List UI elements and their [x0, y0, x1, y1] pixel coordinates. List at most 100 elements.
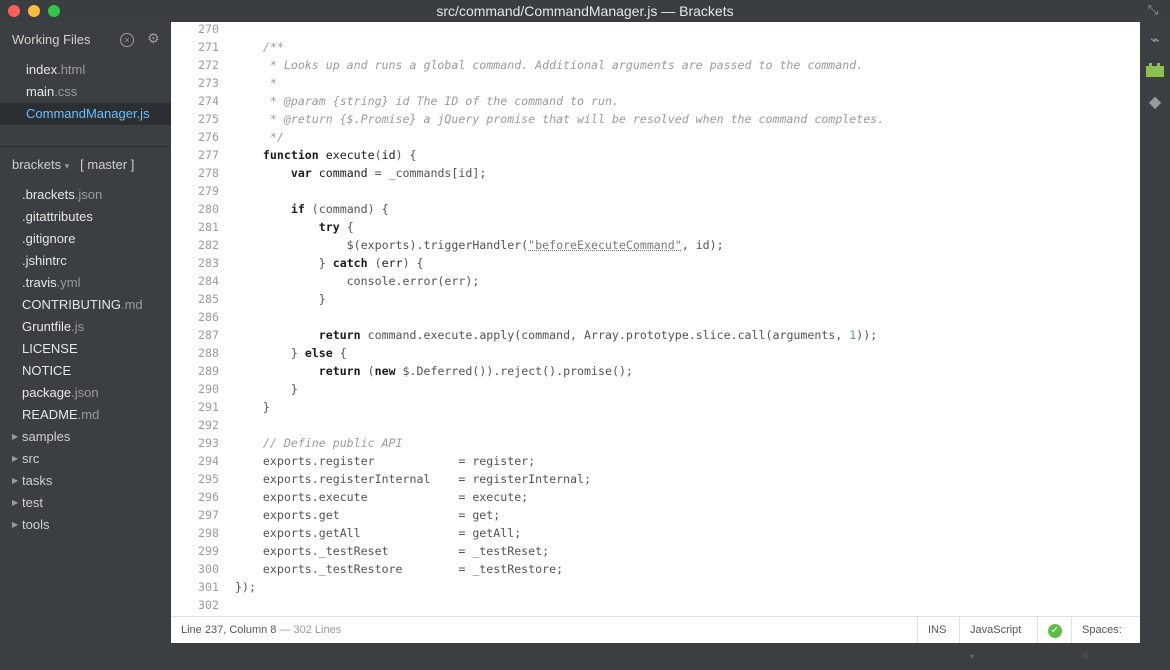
close-icon[interactable]: × [120, 33, 134, 47]
code-line[interactable]: 298 exports.getAll = getAll; [171, 524, 1140, 542]
line-number: 296 [198, 490, 219, 504]
lint-status[interactable]: ✓ [1037, 617, 1071, 643]
code-line[interactable]: 299 exports._testReset = _testReset; [171, 542, 1140, 560]
code-line[interactable]: 287 return command.execute.apply(command… [171, 326, 1140, 344]
code-line[interactable]: 289 return (new $.Deferred()).reject().p… [171, 362, 1140, 380]
line-number: 282 [198, 238, 219, 252]
right-toolbar: ⌁ ◆ [1140, 22, 1170, 642]
code-line[interactable]: 300 exports._testRestore = _testRestore; [171, 560, 1140, 578]
working-file-item[interactable]: index.html [0, 59, 171, 81]
file-tree-item[interactable]: Gruntfile.js [0, 316, 171, 338]
folder-item[interactable]: ▶ tools [0, 514, 171, 536]
code-line[interactable]: 277 function execute(id) { [171, 146, 1140, 164]
file-tree-item[interactable]: .travis.yml [0, 272, 171, 294]
code-text: var command = _commands[id]; [235, 164, 486, 182]
code-line[interactable]: 281 try { [171, 218, 1140, 236]
code-line[interactable]: 271 /** [171, 38, 1140, 56]
expand-icon[interactable]: ⤡ [1146, 3, 1160, 17]
folder-name: samples [22, 429, 71, 444]
cursor-position[interactable]: Line 237, Column 8 — 302 Lines [181, 624, 341, 636]
code-line[interactable]: 294 exports.register = register; [171, 452, 1140, 470]
branch-selector[interactable]: [ master ] [80, 157, 134, 172]
code-text: $(exports).triggerHandler("beforeExecute… [235, 236, 724, 254]
code-line[interactable]: 292 [171, 416, 1140, 434]
code-line[interactable]: 295 exports.registerInternal = registerI… [171, 470, 1140, 488]
folder-name: tasks [22, 473, 53, 488]
file-tree-item[interactable]: NOTICE [0, 360, 171, 382]
file-tree-item[interactable]: CONTRIBUTING.md [0, 294, 171, 316]
file-tree-item[interactable]: README.md [0, 404, 171, 426]
file-name: .brackets [22, 187, 75, 202]
language-selector[interactable]: JavaScript ▾ [959, 617, 1037, 661]
file-tree-item[interactable]: package.json [0, 382, 171, 404]
file-tree-item[interactable]: .brackets.json [0, 184, 171, 206]
code-line[interactable]: 275 * @return {$.Promise} a jQuery promi… [171, 110, 1140, 128]
folder-item[interactable]: ▶ test [0, 492, 171, 514]
git-icon[interactable]: ◆ [1146, 94, 1164, 112]
code-token: // Define public API [235, 436, 403, 450]
file-tree-item[interactable]: .gitignore [0, 228, 171, 250]
code-line[interactable]: 270 [171, 22, 1140, 38]
code-token: ( [360, 364, 375, 378]
chevron-down-icon: ▾ [970, 652, 975, 661]
chevron-right-icon[interactable]: ▶ [12, 470, 18, 492]
chevron-right-icon[interactable]: ▶ [12, 448, 18, 470]
file-name: Gruntfile [22, 319, 72, 334]
gear-icon[interactable]: ⚙ [147, 30, 160, 47]
code-token: function [262, 148, 319, 162]
file-name: package [22, 385, 72, 400]
code-line[interactable]: 273 * [171, 74, 1140, 92]
file-name: .gitignore [22, 231, 76, 246]
chevron-right-icon[interactable]: ▶ [12, 492, 18, 514]
chevron-right-icon[interactable]: ▶ [12, 426, 18, 448]
project-name[interactable]: brackets [12, 157, 61, 172]
project-header[interactable]: brackets ▾ [ master ] [12, 157, 134, 172]
code-line[interactable]: 286 [171, 308, 1140, 326]
file-tree-item[interactable]: .gitattributes [0, 206, 171, 228]
code-line[interactable]: 301}); [171, 578, 1140, 596]
live-preview-icon[interactable]: ⌁ [1146, 32, 1164, 50]
indent-setting[interactable]: Spaces: 4 [1071, 617, 1140, 662]
chevron-right-icon[interactable]: ▶ [12, 514, 18, 536]
code-line[interactable]: 296 exports.execute = execute; [171, 488, 1140, 506]
code-line[interactable]: 274 * @param {string} id The ID of the c… [171, 92, 1140, 110]
maximize-window-button[interactable] [48, 5, 60, 17]
chevron-down-icon: ▾ [64, 161, 70, 171]
folder-item[interactable]: ▶ samples [0, 426, 171, 448]
code-token: */ [235, 130, 284, 144]
code-line[interactable]: 288 } else { [171, 344, 1140, 362]
code-line[interactable]: 284 console.error(err); [171, 272, 1140, 290]
working-file-item[interactable]: CommandManager.js [0, 103, 179, 125]
close-window-button[interactable] [8, 5, 20, 17]
line-number: 291 [198, 400, 219, 414]
file-name: main [26, 84, 55, 99]
code-line[interactable]: 293 // Define public API [171, 434, 1140, 452]
code-line[interactable]: 276 */ [171, 128, 1140, 146]
code-line[interactable]: 282 $(exports).triggerHandler("beforeExe… [171, 236, 1140, 254]
code-line[interactable]: 291 } [171, 398, 1140, 416]
file-tree-item[interactable]: LICENSE [0, 338, 171, 360]
insert-mode-toggle[interactable]: INS [917, 617, 959, 643]
extension-manager-icon[interactable] [1146, 62, 1164, 80]
code-line[interactable]: 279 [171, 182, 1140, 200]
code-line[interactable]: 285 } [171, 290, 1140, 308]
code-line[interactable]: 297 exports.get = get; [171, 506, 1140, 524]
code-line[interactable]: 280 if (command) { [171, 200, 1140, 218]
check-icon: ✓ [1048, 624, 1062, 638]
folder-item[interactable]: ▶ src [0, 448, 171, 470]
code-token: command [318, 166, 368, 180]
code-line[interactable]: 272 * Looks up and runs a global command… [171, 56, 1140, 74]
code-line[interactable]: 302 [171, 596, 1140, 614]
line-count: — 302 Lines [279, 624, 342, 636]
code-line[interactable]: 290 } [171, 380, 1140, 398]
folder-item[interactable]: ▶ tasks [0, 470, 171, 492]
minimize-window-button[interactable] [28, 5, 40, 17]
code-line[interactable]: 283 } catch (err) { [171, 254, 1140, 272]
code-line[interactable]: 278 var command = _commands[id]; [171, 164, 1140, 182]
code-editor[interactable]: 270 271 /** 272 * Looks up and runs a glob… [171, 22, 1140, 616]
file-tree-item[interactable]: .jshintrc [0, 250, 171, 272]
working-file-item[interactable]: main.css [0, 81, 171, 103]
line-number: 297 [198, 508, 219, 522]
file-extension: .js [136, 106, 150, 121]
